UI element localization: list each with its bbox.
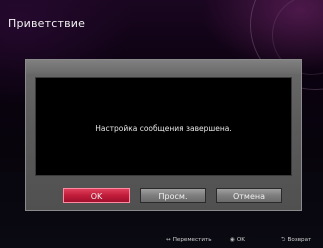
dialog-message: Настройка сообщения завершена. (95, 124, 232, 133)
ok-button-icon: ◉ (230, 237, 235, 243)
hint-back-label: Возврат (287, 237, 312, 243)
screen-title: Приветствие (8, 17, 86, 30)
hint-ok: ◉ OK (230, 234, 245, 246)
hint-move: ↔ Переместить (166, 234, 212, 246)
left-right-arrows-icon: ↔ (166, 237, 171, 243)
ok-button[interactable]: OK (63, 188, 130, 203)
hint-move-label: Переместить (172, 237, 212, 243)
navigation-hint-bar: ↔ Переместить ◉ OK ⮌ Возврат (0, 234, 323, 246)
return-arrow-icon: ⮌ (281, 237, 286, 243)
hint-ok-label: OK (236, 237, 245, 243)
dialog-button-row: OK Просм. Отмена (26, 188, 301, 203)
dialog-panel: Настройка сообщения завершена. OK Просм.… (25, 59, 302, 211)
cancel-button[interactable]: Отмена (216, 188, 282, 203)
message-area: Настройка сообщения завершена. (35, 77, 292, 176)
view-button[interactable]: Просм. (140, 188, 206, 203)
dialog-header-strip (26, 60, 301, 74)
hint-back: ⮌ Возврат (281, 234, 311, 246)
tv-screen: Приветствие Настройка сообщения завершен… (0, 0, 323, 248)
